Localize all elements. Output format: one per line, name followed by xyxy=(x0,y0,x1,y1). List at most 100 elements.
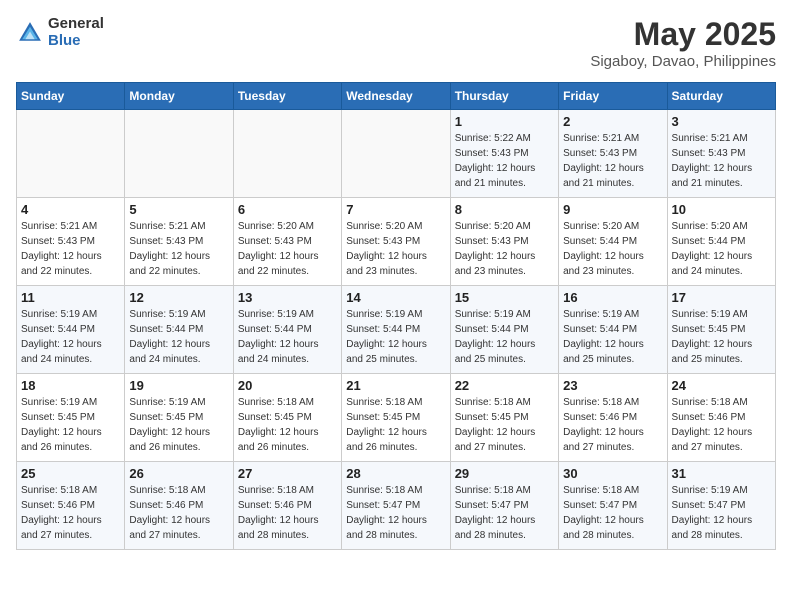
calendar-cell: 22 Sunrise: 5:18 AM Sunset: 5:45 PM Dayli… xyxy=(450,374,558,462)
calendar-cell: 18 Sunrise: 5:19 AM Sunset: 5:45 PM Dayli… xyxy=(17,374,125,462)
calendar-table: SundayMondayTuesdayWednesdayThursdayFrid… xyxy=(16,82,776,550)
day-number: 14 xyxy=(346,290,445,305)
day-info: Sunrise: 5:20 AM Sunset: 5:44 PM Dayligh… xyxy=(563,219,662,279)
day-number: 11 xyxy=(21,290,120,305)
calendar-cell: 8 Sunrise: 5:20 AM Sunset: 5:43 PM Daylig… xyxy=(450,198,558,286)
day-number: 6 xyxy=(238,202,337,217)
day-number: 18 xyxy=(21,378,120,393)
day-number: 7 xyxy=(346,202,445,217)
day-info: Sunrise: 5:22 AM Sunset: 5:43 PM Dayligh… xyxy=(455,131,554,191)
day-number: 16 xyxy=(563,290,662,305)
day-number: 21 xyxy=(346,378,445,393)
title-block: May 2025 Sigaboy, Davao, Philippines xyxy=(590,16,776,70)
day-info: Sunrise: 5:18 AM Sunset: 5:46 PM Dayligh… xyxy=(672,395,771,455)
calendar-cell: 14 Sunrise: 5:19 AM Sunset: 5:44 PM Dayli… xyxy=(342,286,450,374)
day-info: Sunrise: 5:19 AM Sunset: 5:45 PM Dayligh… xyxy=(672,307,771,367)
day-number: 2 xyxy=(563,114,662,129)
calendar-cell: 11Sunrise: 5:19 AM Sunset: 5:44 PM Dayli… xyxy=(17,286,125,374)
day-number: 23 xyxy=(563,378,662,393)
weekday-header-saturday: Saturday xyxy=(667,83,775,110)
weekday-header-monday: Monday xyxy=(125,83,233,110)
day-info: Sunrise: 5:19 AM Sunset: 5:47 PM Dayligh… xyxy=(672,483,771,543)
day-number: 27 xyxy=(238,466,337,481)
day-info: Sunrise: 5:20 AM Sunset: 5:44 PM Dayligh… xyxy=(672,219,771,279)
calendar-cell: 6Sunrise: 5:20 AM Sunset: 5:43 PM Daylig… xyxy=(233,198,341,286)
calendar-cell: 27Sunrise: 5:18 AM Sunset: 5:46 PM Dayli… xyxy=(233,462,341,550)
day-number: 13 xyxy=(238,290,337,305)
day-number: 1 xyxy=(455,114,554,129)
calendar-cell: 3 Sunrise: 5:21 AM Sunset: 5:43 PM Daylig… xyxy=(667,110,775,198)
weekday-header-thursday: Thursday xyxy=(450,83,558,110)
day-info: Sunrise: 5:18 AM Sunset: 5:46 PM Dayligh… xyxy=(129,483,228,543)
calendar-cell xyxy=(233,110,341,198)
calendar-body: 1 Sunrise: 5:22 AM Sunset: 5:43 PM Daylig… xyxy=(17,110,776,550)
day-number: 28 xyxy=(346,466,445,481)
calendar-cell: 29Sunrise: 5:18 AM Sunset: 5:47 PM Dayli… xyxy=(450,462,558,550)
day-number: 25 xyxy=(21,466,120,481)
day-info: Sunrise: 5:21 AM Sunset: 5:43 PM Dayligh… xyxy=(563,131,662,191)
day-number: 3 xyxy=(672,114,771,129)
logo-blue-text: Blue xyxy=(48,33,104,50)
calendar-cell: 5Sunrise: 5:21 AM Sunset: 5:43 PM Daylig… xyxy=(125,198,233,286)
day-info: Sunrise: 5:20 AM Sunset: 5:43 PM Dayligh… xyxy=(346,219,445,279)
day-number: 5 xyxy=(129,202,228,217)
calendar-header: SundayMondayTuesdayWednesdayThursdayFrid… xyxy=(17,83,776,110)
day-number: 19 xyxy=(129,378,228,393)
week-row-2: 4Sunrise: 5:21 AM Sunset: 5:43 PM Daylig… xyxy=(17,198,776,286)
week-row-5: 25 Sunrise: 5:18 AM Sunset: 5:46 PM Dayli… xyxy=(17,462,776,550)
month-title: May 2025 xyxy=(590,16,776,53)
day-number: 20 xyxy=(238,378,337,393)
calendar-cell: 25Sunrise: 5:18 AM Sunset: 5:46 PM Dayli… xyxy=(17,462,125,550)
calendar-cell: 2 Sunrise: 5:21 AM Sunset: 5:43 PM Daylig… xyxy=(559,110,667,198)
day-info: Sunrise: 5:19 AM Sunset: 5:44 PM Dayligh… xyxy=(563,307,662,367)
day-info: Sunrise: 5:18 AM Sunset: 5:45 PM Dayligh… xyxy=(455,395,554,455)
day-info: Sunrise: 5:18 AM Sunset: 5:45 PM Dayligh… xyxy=(238,395,337,455)
page-header: General Blue May 2025 Sigaboy, Davao, Ph… xyxy=(16,16,776,70)
calendar-cell xyxy=(17,110,125,198)
day-number: 8 xyxy=(455,202,554,217)
calendar-cell: 17Sunrise: 5:19 AM Sunset: 5:45 PM Dayli… xyxy=(667,286,775,374)
day-info: Sunrise: 5:19 AM Sunset: 5:44 PM Dayligh… xyxy=(455,307,554,367)
calendar-cell: 28Sunrise: 5:18 AM Sunset: 5:47 PM Dayli… xyxy=(342,462,450,550)
location-title: Sigaboy, Davao, Philippines xyxy=(590,53,776,70)
logo-text: General Blue xyxy=(48,16,104,49)
weekday-header-friday: Friday xyxy=(559,83,667,110)
logo-icon xyxy=(16,19,44,47)
calendar-cell: 13Sunrise: 5:19 AM Sunset: 5:44 PM Dayli… xyxy=(233,286,341,374)
day-number: 29 xyxy=(455,466,554,481)
logo: General Blue xyxy=(16,16,104,49)
day-number: 15 xyxy=(455,290,554,305)
day-info: Sunrise: 5:18 AM Sunset: 5:45 PM Dayligh… xyxy=(346,395,445,455)
day-info: Sunrise: 5:19 AM Sunset: 5:45 PM Dayligh… xyxy=(21,395,120,455)
day-info: Sunrise: 5:19 AM Sunset: 5:44 PM Dayligh… xyxy=(346,307,445,367)
day-number: 26 xyxy=(129,466,228,481)
day-number: 4 xyxy=(21,202,120,217)
calendar-cell: 12Sunrise: 5:19 AM Sunset: 5:44 PM Dayli… xyxy=(125,286,233,374)
calendar-cell: 23Sunrise: 5:18 AM Sunset: 5:46 PM Dayli… xyxy=(559,374,667,462)
calendar-cell: 16 Sunrise: 5:19 AM Sunset: 5:44 PM Dayli… xyxy=(559,286,667,374)
day-number: 24 xyxy=(672,378,771,393)
weekday-header-wednesday: Wednesday xyxy=(342,83,450,110)
calendar-cell: 9Sunrise: 5:20 AM Sunset: 5:44 PM Daylig… xyxy=(559,198,667,286)
logo-general-text: General xyxy=(48,16,104,33)
week-row-3: 11 Sunrise: 5:19 AM Sunset: 5:44 PM Dayli… xyxy=(17,286,776,374)
week-row-1: 1 Sunrise: 5:22 AM Sunset: 5:43 PM Daylig… xyxy=(17,110,776,198)
calendar-cell: 10Sunrise: 5:20 AM Sunset: 5:44 PM Dayli… xyxy=(667,198,775,286)
calendar-cell: 31 Sunrise: 5:19 AM Sunset: 5:47 PM Dayli… xyxy=(667,462,775,550)
calendar-cell xyxy=(342,110,450,198)
calendar-cell: 4Sunrise: 5:21 AM Sunset: 5:43 PM Daylig… xyxy=(17,198,125,286)
weekday-header-tuesday: Tuesday xyxy=(233,83,341,110)
calendar-cell: 1 Sunrise: 5:22 AM Sunset: 5:43 PM Daylig… xyxy=(450,110,558,198)
calendar-cell: 26 Sunrise: 5:18 AM Sunset: 5:46 PM Dayli… xyxy=(125,462,233,550)
calendar-cell: 15 Sunrise: 5:19 AM Sunset: 5:44 PM Dayli… xyxy=(450,286,558,374)
day-info: Sunrise: 5:20 AM Sunset: 5:43 PM Dayligh… xyxy=(455,219,554,279)
weekday-row: SundayMondayTuesdayWednesdayThursdayFrid… xyxy=(17,83,776,110)
day-info: Sunrise: 5:19 AM Sunset: 5:45 PM Dayligh… xyxy=(129,395,228,455)
day-number: 31 xyxy=(672,466,771,481)
day-number: 12 xyxy=(129,290,228,305)
day-info: Sunrise: 5:18 AM Sunset: 5:47 PM Dayligh… xyxy=(563,483,662,543)
calendar-cell: 20 Sunrise: 5:18 AM Sunset: 5:45 PM Dayli… xyxy=(233,374,341,462)
day-number: 30 xyxy=(563,466,662,481)
day-number: 22 xyxy=(455,378,554,393)
day-info: Sunrise: 5:21 AM Sunset: 5:43 PM Dayligh… xyxy=(672,131,771,191)
